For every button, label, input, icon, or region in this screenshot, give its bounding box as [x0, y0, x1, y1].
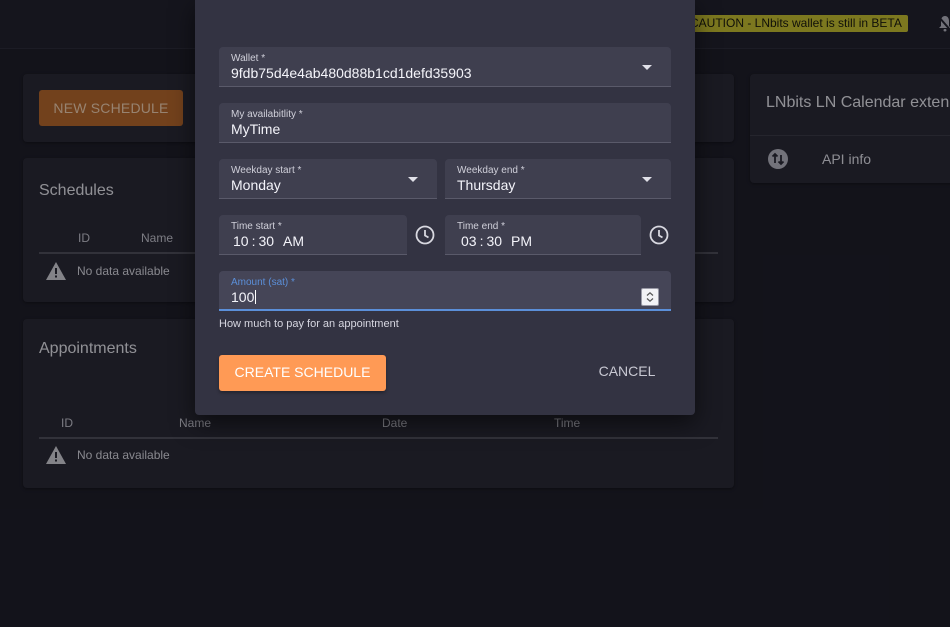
weekday-start-label: Weekday start *: [231, 165, 302, 176]
spinner-down-icon: [646, 298, 654, 303]
time-end-label: Time end *: [457, 221, 505, 232]
wallet-label: Wallet *: [231, 53, 266, 64]
time-end-input[interactable]: Time end * 03:30 PM: [445, 215, 641, 255]
weekday-start-select[interactable]: Weekday start * Monday: [219, 159, 437, 199]
weekday-start-value: Monday: [231, 177, 281, 193]
text-cursor: [255, 290, 257, 304]
arrow-drop-down-icon: [642, 65, 652, 70]
availability-name-input[interactable]: My availabitlity * MyTime: [219, 103, 671, 143]
time-start-label: Time start *: [231, 221, 282, 232]
amount-hint: How much to pay for an appointment: [219, 318, 399, 330]
wallet-select[interactable]: Wallet * 9fdb75d4e4ab480d88b1cd1defd3590…: [219, 47, 671, 87]
arrow-drop-down-icon: [642, 177, 652, 182]
time-start-minute[interactable]: 30: [258, 233, 274, 249]
amount-value: 100: [231, 289, 255, 305]
time-start-input[interactable]: Time start * 10:30 AM: [219, 215, 407, 255]
number-spinner[interactable]: [641, 288, 659, 306]
time-start-value: 10:30 AM: [233, 233, 305, 249]
weekday-end-select[interactable]: Weekday end * Thursday: [445, 159, 671, 199]
weekday-end-value: Thursday: [457, 177, 516, 193]
time-start-hour[interactable]: 10: [233, 233, 249, 249]
create-schedule-button[interactable]: CREATE SCHEDULE: [219, 355, 386, 391]
amount-label: Amount (sat) *: [231, 277, 295, 288]
amount-value-wrap: 100: [231, 289, 257, 305]
clock-icon[interactable]: [415, 225, 435, 245]
time-end-minute[interactable]: 30: [486, 233, 502, 249]
time-start-period[interactable]: AM: [283, 233, 304, 249]
wallet-value: 9fdb75d4e4ab480d88b1cd1defd35903: [231, 65, 472, 81]
arrow-drop-down-icon: [408, 177, 418, 182]
availability-label: My availabitlity *: [231, 109, 303, 120]
time-end-value: 03:30 PM: [461, 233, 533, 249]
spinner-up-icon: [646, 291, 654, 296]
clock-icon[interactable]: [649, 225, 669, 245]
weekday-end-label: Weekday end *: [457, 165, 525, 176]
amount-input[interactable]: Amount (sat) * 100: [219, 271, 671, 311]
create-schedule-dialog: Wallet * 9fdb75d4e4ab480d88b1cd1defd3590…: [195, 0, 695, 415]
time-end-hour[interactable]: 03: [461, 233, 477, 249]
time-end-period[interactable]: PM: [511, 233, 532, 249]
availability-value: MyTime: [231, 121, 281, 137]
cancel-button[interactable]: CANCEL: [583, 355, 671, 389]
